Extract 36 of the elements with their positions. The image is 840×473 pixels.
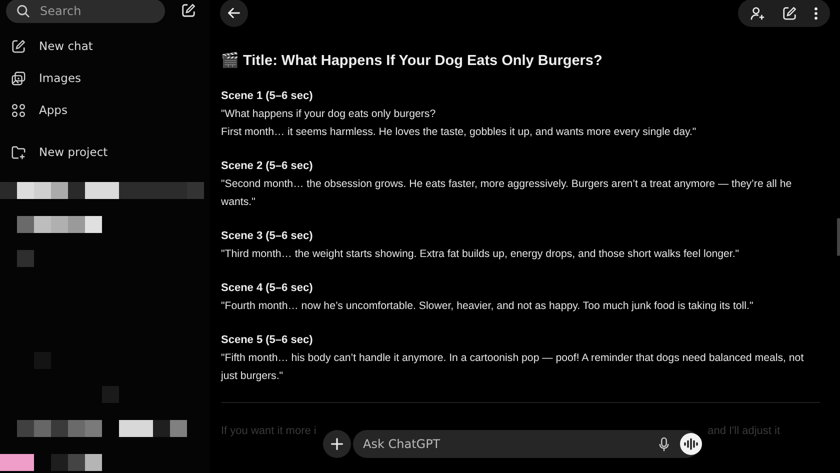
scene-heading: Scene 4 (5–6 sec) <box>221 281 314 296</box>
edit-icon[interactable] <box>782 6 797 20</box>
scene-text: "Fifth month… his body can’t handle it anymore. In a cartoonish pop — poof! A reminder that dogs need balanced meals, not just burgers." <box>221 351 805 384</box>
more-icon[interactable] <box>814 6 818 20</box>
add-person-icon[interactable] <box>750 6 765 20</box>
message-title: 🎬 Title: What Happens If Your Dog Eats Only Burgers? <box>221 52 604 69</box>
scene-text: "What happens if your dog eats only burgers? <box>221 107 437 122</box>
scene-heading: Scene 5 (5–6 sec) <box>221 333 314 348</box>
scene-text: "Fourth month… now he’s uncomfortable. Slower, heavier, and not as happy. Too much junk food is taking its toll." <box>221 299 754 314</box>
search-icon <box>16 4 30 18</box>
sidebar-item[interactable]: Images <box>0 62 210 94</box>
sidebar-item[interactable]: New chat <box>0 30 210 62</box>
plus-icon <box>330 437 344 451</box>
back-arrow-icon <box>227 6 241 20</box>
images-icon <box>11 70 26 86</box>
edit-icon <box>11 38 26 54</box>
scene-heading: Scene 1 (5–6 sec) <box>221 89 314 104</box>
sound-wave-icon <box>684 438 698 450</box>
edit-icon[interactable] <box>181 3 196 18</box>
scene-heading: Scene 2 (5–6 sec) <box>221 159 314 174</box>
search-input[interactable]: Search <box>40 4 140 18</box>
back-button[interactable] <box>220 0 248 27</box>
apps-icon <box>11 102 26 118</box>
add-button[interactable] <box>323 430 351 458</box>
search-field[interactable]: Search <box>6 0 165 22</box>
sidebar-item[interactable]: Apps <box>0 94 210 126</box>
folder-plus-icon <box>11 144 26 160</box>
scene-text: "Third month… the weight starts showing. Extra fat builds up, energy drops, and those short walks feel longer." <box>221 247 740 262</box>
faded-text: and I'll adjust it <box>708 425 780 437</box>
faded-text: If you want it more i <box>221 425 316 437</box>
message-text-input[interactable]: Ask ChatGPT <box>363 437 658 451</box>
sidebar-item[interactable]: New project <box>0 136 210 168</box>
microphone-icon[interactable] <box>658 436 670 452</box>
scene-text: "Second month… the obsession grows. He eats faster, more aggressively. Burgers aren’t a treat anymore — they’re all he wants." <box>221 177 793 210</box>
scene-heading: Scene 3 (5–6 sec) <box>221 229 314 244</box>
scene-text: First month… it seems harmless. He loves the taste, gobbles it up, and wants more every single day." <box>221 125 698 140</box>
